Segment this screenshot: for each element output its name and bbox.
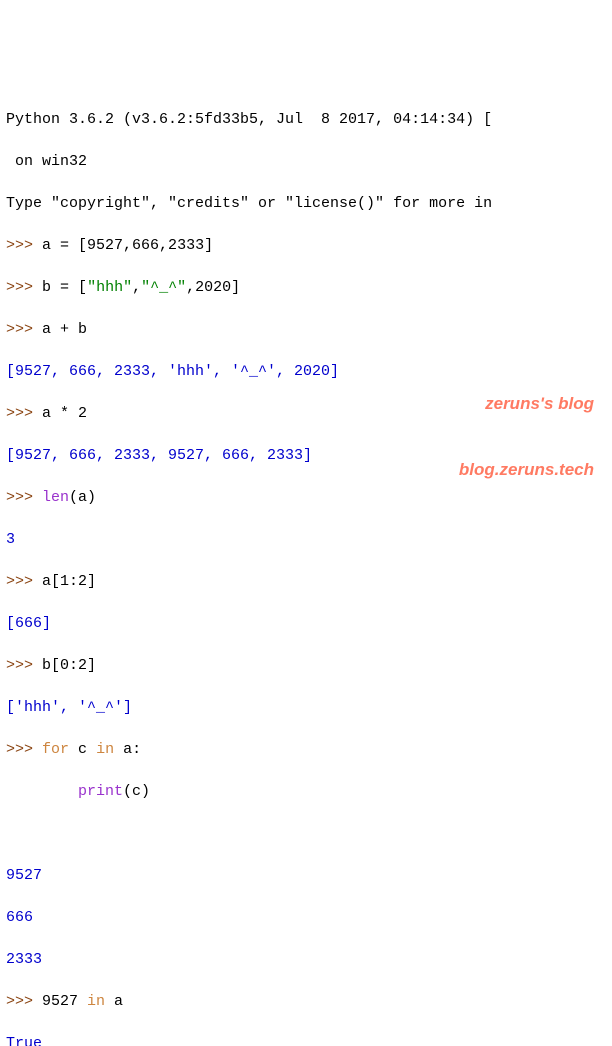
watermark-line-2: blog.zeruns.tech [459, 459, 594, 481]
input-assign-a: >>> a = [9527,666,2333] [6, 235, 606, 256]
input-for-loop: >>> for c in a: [6, 739, 606, 760]
terminal-output: Python 3.6.2 (v3.6.2:5fd33b5, Jul 8 2017… [6, 88, 606, 1046]
output-b-slice-0-2: ['hhh', '^_^'] [6, 697, 606, 718]
output-a-slice-1-2: [666] [6, 613, 606, 634]
input-b-slice-0-2: >>> b[0:2] [6, 655, 606, 676]
watermark-line-1: zeruns's blog [459, 393, 594, 415]
blank-line [6, 823, 606, 844]
input-for-body: print(c) [6, 781, 606, 802]
output-9527: 9527 [6, 865, 606, 886]
input-a-plus-b: >>> a + b [6, 319, 606, 340]
output-666: 666 [6, 907, 606, 928]
input-assign-b: >>> b = ["hhh","^_^",2020] [6, 277, 606, 298]
header-line-1: Python 3.6.2 (v3.6.2:5fd33b5, Jul 8 2017… [6, 109, 606, 130]
watermark: zeruns's blog blog.zeruns.tech [459, 348, 594, 503]
input-a-slice-1-2: >>> a[1:2] [6, 571, 606, 592]
output-len-a: 3 [6, 529, 606, 550]
output-true: True [6, 1033, 606, 1046]
input-9527-in-a: >>> 9527 in a [6, 991, 606, 1012]
header-line-2: on win32 [6, 151, 606, 172]
header-line-3: Type "copyright", "credits" or "license(… [6, 193, 606, 214]
output-2333: 2333 [6, 949, 606, 970]
